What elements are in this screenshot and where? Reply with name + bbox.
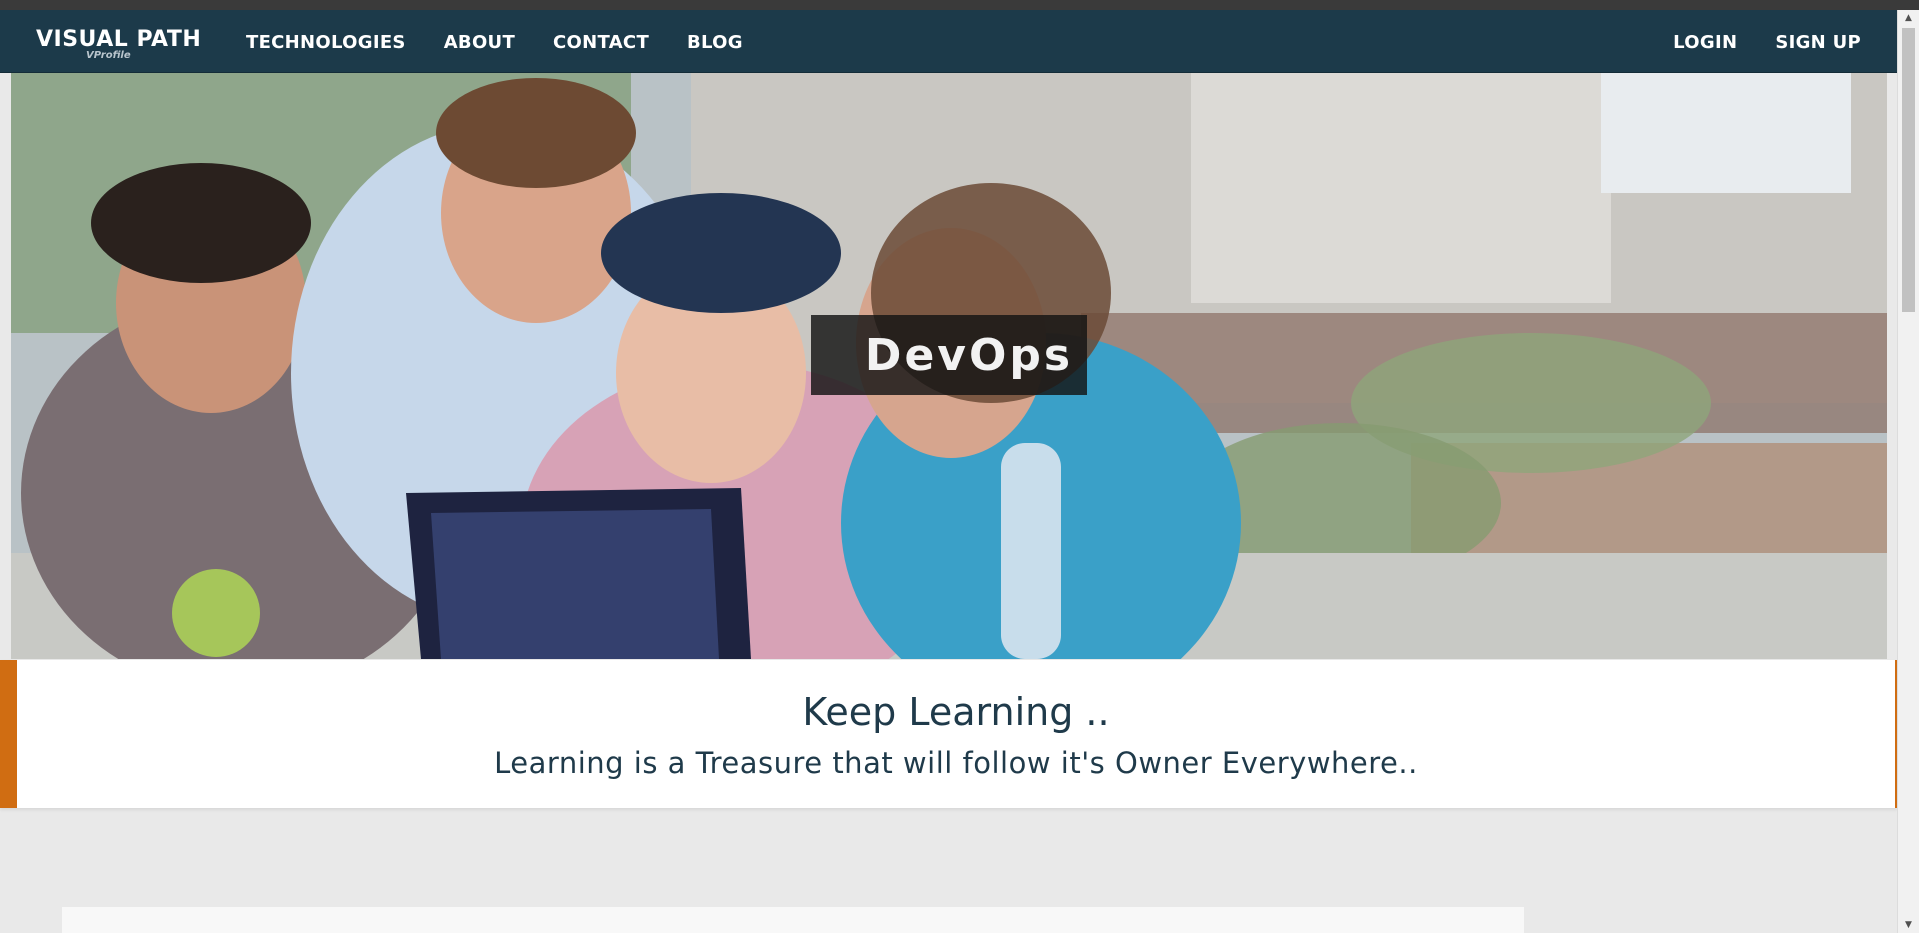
login-link[interactable]: LOGIN: [1673, 32, 1737, 53]
nav-link-contact[interactable]: CONTACT: [553, 32, 649, 53]
nav-left-links: TECHNOLOGIES ABOUT CONTACT BLOG: [246, 32, 781, 53]
brand-logo-link[interactable]: VISUAL PATH: [36, 27, 201, 52]
signup-link[interactable]: SIGN UP: [1775, 32, 1861, 53]
browser-top-strip: [0, 0, 1919, 10]
nav-link-technologies[interactable]: TECHNOLOGIES: [246, 32, 406, 53]
banner-title: Keep Learning ..: [802, 690, 1110, 734]
page-scrollbar[interactable]: ▲ ▼: [1897, 10, 1919, 933]
content-card: [62, 907, 1524, 933]
nav-link-blog[interactable]: BLOG: [687, 32, 743, 53]
nav-right-links: LOGIN SIGN UP: [1635, 32, 1861, 53]
nav-link-about[interactable]: ABOUT: [444, 32, 515, 53]
hero-caption-text: DevOps: [864, 329, 1074, 381]
top-navbar: VISUAL PATH VProfile TECHNOLOGIES ABOUT …: [0, 10, 1897, 73]
scrollbar-thumb[interactable]: [1902, 28, 1915, 312]
banner-subtitle: Learning is a Treasure that will follow …: [494, 746, 1418, 780]
brand-subtitle: VProfile: [86, 50, 131, 61]
chevron-up-icon[interactable]: ▲: [1898, 10, 1919, 26]
chevron-down-icon[interactable]: ▼: [1898, 917, 1919, 933]
tagline-banner: Keep Learning .. Learning is a Treasure …: [0, 660, 1897, 808]
hero-carousel: DevOps: [11, 73, 1887, 659]
hero-caption: DevOps: [811, 315, 1087, 395]
